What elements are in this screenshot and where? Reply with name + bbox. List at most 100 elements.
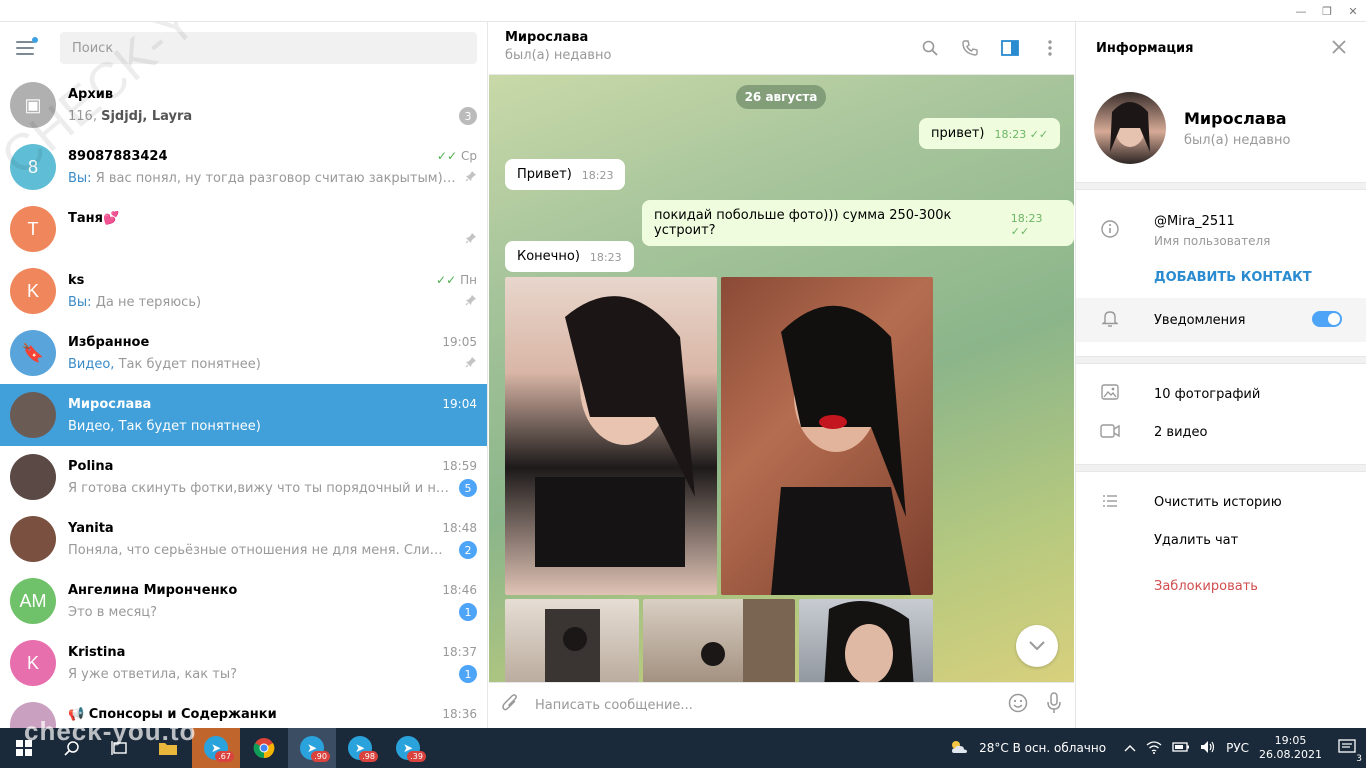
message-area[interactable]: 26 августа привет) 18:23 ✓✓ Привет) 18:2… — [489, 75, 1074, 682]
block-row[interactable]: Заблокировать — [1076, 558, 1366, 614]
notifications-toggle[interactable] — [1312, 311, 1342, 327]
pin-icon — [465, 232, 477, 248]
unread-badge: 3 — [459, 107, 477, 125]
chat-time: 18:36 — [442, 707, 477, 721]
microphone-icon[interactable] — [1046, 692, 1062, 719]
username-label: Имя пользователя — [1154, 234, 1271, 248]
username[interactable]: @Mira_2511 — [1154, 214, 1312, 229]
add-contact-button[interactable]: ДОБАВИТЬ КОНТАКТ — [1154, 270, 1312, 285]
weather-icon[interactable] — [949, 739, 969, 758]
attach-icon[interactable] — [501, 693, 519, 718]
chat-list-item[interactable]: AM Ангелина Миронченко 18:46 Это в месяц? 1 — [0, 570, 487, 632]
avatar — [10, 454, 56, 500]
chat-preview: Вы: Да не теряюсь) — [68, 295, 457, 310]
profile-name: Мирослава — [1184, 108, 1287, 128]
scroll-down-button[interactable] — [1016, 625, 1058, 667]
message-bubble-in[interactable]: Привет) 18:23 — [505, 159, 626, 190]
language-indicator[interactable]: РУС — [1226, 741, 1249, 755]
chat-list-item[interactable]: K Kristina 18:37 Я уже ответила, как ты? 1 — [0, 632, 487, 694]
message-text: привет) — [931, 126, 985, 141]
photos-count: 10 фотографий — [1154, 386, 1261, 402]
chat-list-item[interactable]: ▣ Архив 116, Sjdjdj, Layra 3 — [0, 74, 487, 136]
chat-name: Polina — [68, 458, 114, 474]
message-bubble-out[interactable]: покидай побольше фото))) сумма 250-300к … — [642, 200, 1074, 246]
videos-row[interactable]: 2 видео — [1076, 414, 1366, 450]
close-window-button[interactable]: ✕ — [1340, 0, 1366, 22]
taskbar-badge: .39 — [407, 751, 426, 762]
message-bubble-out[interactable]: привет) 18:23 ✓✓ — [919, 118, 1061, 149]
message-input[interactable]: Написать сообщение... — [535, 698, 990, 713]
telegram-taskbar-icon[interactable]: ➤ .67 — [192, 728, 240, 768]
close-icon[interactable] — [1332, 38, 1346, 59]
chat-header[interactable]: Мирослава был(а) недавно — [489, 22, 1074, 75]
video-icon — [1100, 423, 1120, 442]
phone-icon[interactable] — [960, 36, 980, 60]
chat-preview: Видео, Так будет понятнее) — [68, 419, 477, 434]
preview-text: Я уже ответила, как ты? — [68, 666, 237, 682]
battery-icon[interactable] — [1172, 741, 1190, 756]
photo-thumbnail[interactable] — [505, 599, 639, 682]
avatar — [10, 516, 56, 562]
minimize-button[interactable]: — — [1288, 0, 1314, 22]
chat-name: Мирослава — [68, 396, 152, 412]
sidebar-toggle-icon[interactable] — [1000, 36, 1020, 60]
preview-prefix: Вы: — [68, 294, 92, 310]
search-input[interactable]: Поиск — [60, 32, 477, 64]
photo-thumbnail[interactable] — [721, 277, 933, 595]
volume-icon[interactable] — [1200, 740, 1216, 757]
message-bubble-in[interactable]: Конечно) 18:23 — [505, 241, 634, 272]
delete-chat-row[interactable]: Удалить чат — [1076, 522, 1366, 558]
notifications-row[interactable]: Уведомления — [1076, 298, 1366, 342]
message-time: 18:23 — [1010, 212, 1043, 225]
chat-time: Пн — [460, 273, 477, 287]
chat-list-item[interactable]: Мирослава 19:04 Видео, Так будет понятнее) — [0, 384, 487, 446]
avatar: K — [10, 640, 56, 686]
clear-history-button[interactable]: Очистить историю — [1154, 495, 1282, 510]
avatar: AM — [10, 578, 56, 624]
notifications-label: Уведомления — [1154, 312, 1246, 328]
chat-list-item[interactable]: Kks ✓✓ Пн Вы: Да не теряюсь) — [0, 260, 487, 322]
chat-list-item[interactable]: Т Таня💕 — [0, 198, 487, 260]
message-composer: Написать сообщение... — [489, 682, 1074, 728]
chat-preview: Видео, Так будет понятнее) — [68, 357, 457, 372]
avatar[interactable] — [1094, 92, 1166, 164]
watermark: check-you.to — [24, 716, 197, 746]
maximize-button[interactable]: ❐ — [1314, 0, 1340, 22]
telegram-taskbar-icon[interactable]: ➤ .98 — [336, 728, 384, 768]
unread-badge: 2 — [459, 541, 477, 559]
network-icon[interactable] — [1146, 740, 1162, 757]
emoji-icon[interactable] — [1008, 693, 1028, 718]
photo-thumbnail[interactable] — [505, 277, 717, 595]
notification-center-icon[interactable]: 3 — [1338, 738, 1362, 764]
chat-list-item[interactable]: 🔖 Избранное 19:05 Видео, Так будет понятнее… — [0, 322, 487, 384]
weather-text[interactable]: 28°C В осн. облачно — [979, 741, 1106, 755]
message-time: 18:23 — [589, 251, 622, 264]
telegram-taskbar-icon[interactable]: ➤ .39 — [384, 728, 432, 768]
chat-list-item[interactable]: 8 89087883424 ✓✓ Ср Вы: Я вас понял, ну тогд… — [0, 136, 487, 198]
chrome-icon[interactable] — [240, 728, 288, 768]
read-ticks-icon: ✓✓ — [1010, 225, 1030, 238]
photos-row[interactable]: 10 фотографий — [1076, 374, 1366, 414]
preview-text: Поняла, что серьёзные отношения не для м… — [68, 542, 451, 558]
clear-history-row[interactable]: Очистить историю — [1076, 482, 1366, 522]
menu-icon[interactable] — [16, 37, 38, 57]
clock[interactable]: 19:05 26.08.2021 — [1259, 734, 1322, 762]
chat-time: 19:04 — [442, 397, 477, 411]
chat-list-item[interactable]: Polina 18:59 Я готова скинуть фотки,вижу ч… — [0, 446, 487, 508]
preview-text: Это в месяц? — [68, 604, 158, 620]
block-button[interactable]: Заблокировать — [1154, 579, 1258, 594]
search-icon[interactable] — [920, 36, 940, 60]
photo-thumbnail[interactable] — [643, 599, 795, 682]
chat-list-item[interactable]: Yanita 18:48 Поняла, что серьёзные отношен… — [0, 508, 487, 570]
avatar — [10, 392, 56, 438]
unread-badge: 5 — [459, 479, 477, 497]
divider — [1076, 182, 1366, 190]
chat-time: 18:46 — [442, 583, 477, 597]
telegram-taskbar-icon[interactable]: ➤ .90 — [288, 728, 336, 768]
avatar: 🔖 — [10, 330, 56, 376]
chevron-up-icon[interactable] — [1124, 741, 1136, 755]
delete-chat-button[interactable]: Удалить чат — [1154, 533, 1238, 548]
preview-text: Видео, Так будет понятнее) — [68, 418, 261, 434]
more-options-icon[interactable] — [1040, 36, 1060, 60]
photo-thumbnail[interactable] — [799, 599, 933, 682]
